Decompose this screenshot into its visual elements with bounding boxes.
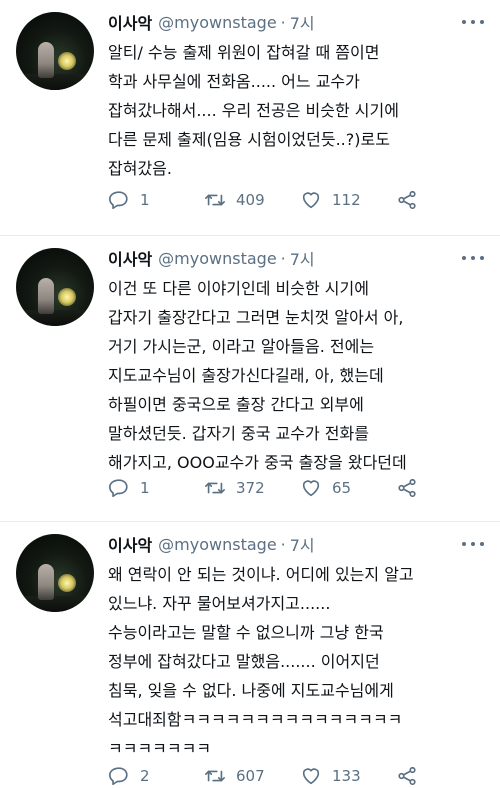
reply-icon xyxy=(109,479,128,498)
like-count: 133 xyxy=(332,767,361,785)
like-count: 65 xyxy=(332,479,352,497)
share-button[interactable] xyxy=(396,765,428,787)
heart-icon xyxy=(302,192,320,209)
display-name[interactable]: 이사악 xyxy=(108,532,152,556)
tweet-text: 왜 연락이 안 되는 것이냐. 어디에 있는지 알고 있느냐. 자꾸 물어보셔가… xyxy=(108,565,414,758)
reply-button[interactable]: 2 xyxy=(108,765,204,787)
retweet-icon xyxy=(205,194,225,206)
user-handle[interactable]: @myownstage xyxy=(158,249,276,268)
retweet-icon xyxy=(205,482,225,494)
tweet[interactable]: 이사악 @myownstage · 7시 이건 또 다른 이야기인데 비슷한 시… xyxy=(0,236,500,522)
separator-dot: · xyxy=(280,248,286,268)
tweet[interactable]: 이사악 @myownstage · 7시 알티/ 수능 출제 위원이 잡혀갈 때… xyxy=(0,0,500,236)
tweet-text: 이건 또 다른 이야기인데 비슷한 시기에 갑자기 출장간다고 그러면 눈치껏 … xyxy=(108,279,407,472)
reply-button[interactable]: 1 xyxy=(108,189,204,211)
reply-count: 2 xyxy=(140,767,150,785)
tweet-header: 이사악 @myownstage · 7시 xyxy=(108,10,315,34)
tweet[interactable]: 이사악 @myownstage · 7시 왜 연락이 안 되는 것이냐. 어디에… xyxy=(0,522,500,788)
avatar[interactable] xyxy=(16,534,94,612)
avatar[interactable] xyxy=(16,248,94,326)
like-button[interactable]: 133 xyxy=(300,765,396,787)
reply-button[interactable]: 1 xyxy=(108,477,204,499)
like-button[interactable]: 112 xyxy=(300,189,396,211)
share-button[interactable] xyxy=(396,189,428,211)
separator-dot: · xyxy=(280,534,286,554)
more-icon[interactable] xyxy=(462,14,484,30)
tweet-header: 이사악 @myownstage · 7시 xyxy=(108,532,315,556)
tweet-text: 알티/ 수능 출제 위원이 잡혀갈 때 쯤이면 학과 사무실에 전화옴.....… xyxy=(108,43,399,178)
reply-count: 1 xyxy=(140,479,150,497)
more-icon[interactable] xyxy=(462,536,484,552)
tweet-header: 이사악 @myownstage · 7시 xyxy=(108,246,315,270)
tweet-actions: 1 372 65 xyxy=(108,476,438,500)
retweet-icon xyxy=(205,770,225,782)
retweet-count: 607 xyxy=(236,767,265,785)
user-handle[interactable]: @myownstage xyxy=(158,535,276,554)
more-icon[interactable] xyxy=(462,250,484,266)
reply-icon xyxy=(109,767,128,786)
tweet-actions: 1 409 112 xyxy=(108,188,438,212)
share-icon xyxy=(398,478,416,498)
tweet-feed: 이사악 @myownstage · 7시 알티/ 수능 출제 위원이 잡혀갈 때… xyxy=(0,0,500,788)
heart-icon xyxy=(302,768,320,785)
avatar[interactable] xyxy=(16,12,94,90)
display-name[interactable]: 이사악 xyxy=(108,10,152,34)
retweet-button[interactable]: 372 xyxy=(204,477,300,499)
retweet-count: 372 xyxy=(236,479,265,497)
timestamp[interactable]: 7시 xyxy=(290,246,315,270)
display-name[interactable]: 이사악 xyxy=(108,246,152,270)
share-icon xyxy=(398,190,416,210)
tweet-actions: 2 607 133 xyxy=(108,764,438,788)
reply-icon xyxy=(109,191,128,210)
timestamp[interactable]: 7시 xyxy=(290,10,315,34)
share-icon xyxy=(398,766,416,786)
retweet-button[interactable]: 607 xyxy=(204,765,300,787)
user-handle[interactable]: @myownstage xyxy=(158,13,276,32)
share-button[interactable] xyxy=(396,477,428,499)
retweet-button[interactable]: 409 xyxy=(204,189,300,211)
like-button[interactable]: 65 xyxy=(300,477,396,499)
separator-dot: · xyxy=(280,12,286,32)
timestamp[interactable]: 7시 xyxy=(290,532,315,556)
heart-icon xyxy=(302,480,320,497)
like-count: 112 xyxy=(332,191,361,209)
retweet-count: 409 xyxy=(236,191,265,209)
reply-count: 1 xyxy=(140,191,150,209)
